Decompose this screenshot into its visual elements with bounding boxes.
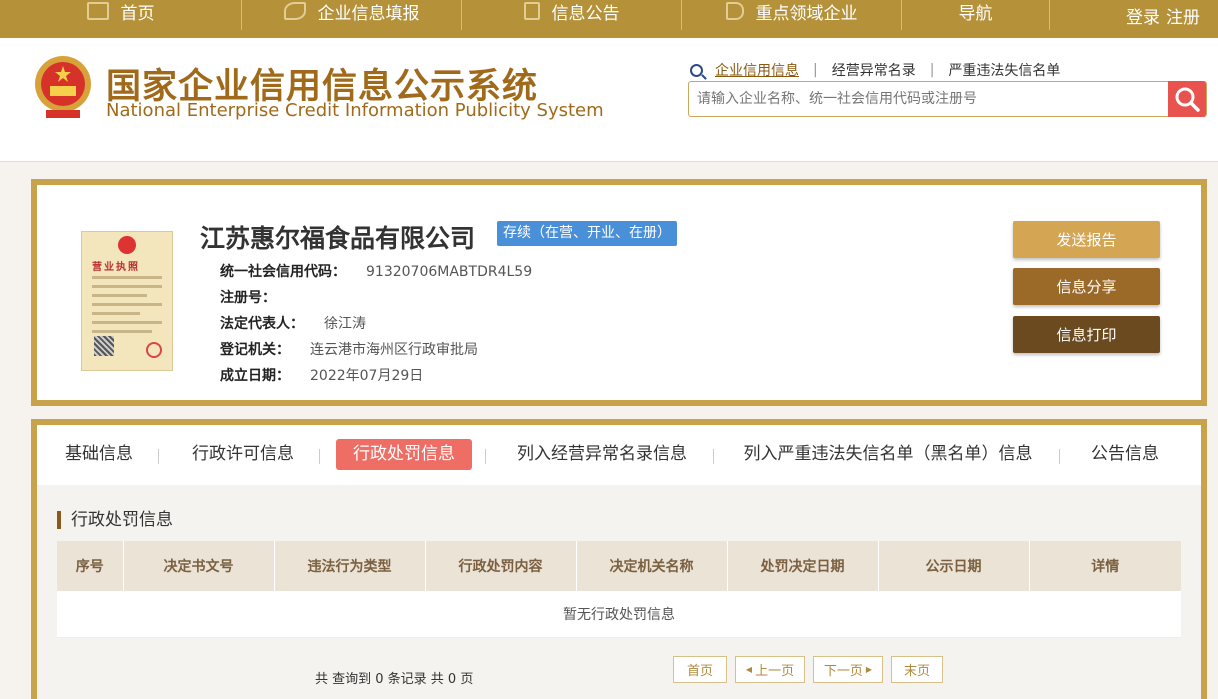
prev-page-button[interactable]: ◀ 上一页 (735, 656, 805, 683)
first-page-button[interactable]: 首页 (673, 656, 727, 683)
details-panel: 基础信息 行政许可信息 行政处罚信息 列入经营异常名录信息 列入严重违法失信名单… (31, 419, 1207, 699)
prev-page-label: 上一页 (755, 664, 795, 679)
empty-message: 暂无行政处罚信息 (57, 591, 1181, 638)
site-header: 国家企业信用信息公示系统 National Enterprise Credit … (0, 38, 1218, 162)
info-reg-number: 注册号： (220, 287, 296, 307)
tab-abnormal-operation[interactable]: 列入经营异常名录信息 (511, 439, 693, 470)
tab-divider (485, 449, 486, 464)
section-title: 行政处罚信息 (57, 511, 173, 529)
quicklink-abnormal-list[interactable]: 经营异常名录 (832, 60, 916, 80)
next-page-label: 下一页 (823, 664, 863, 679)
document-icon (523, 2, 540, 20)
col-index: 序号 (57, 541, 124, 591)
national-emblem-icon (35, 56, 91, 118)
info-label: 成立日期： (220, 368, 290, 384)
table-row: 暂无行政处罚信息 (57, 591, 1181, 638)
chevron-right-icon: ▶ (865, 665, 873, 674)
col-details: 详情 (1029, 541, 1181, 591)
nav-enterprise-report-label: 企业信息填报 (317, 3, 420, 24)
next-page-button[interactable]: 下一页 ▶ (813, 656, 883, 683)
table-header-row: 序号 决定书文号 违法行为类型 行政处罚内容 决定机关名称 处罚决定日期 公示日… (57, 541, 1181, 591)
search-icon (690, 63, 703, 77)
penalty-table: 序号 决定书文号 违法行为类型 行政处罚内容 决定机关名称 处罚决定日期 公示日… (57, 541, 1181, 638)
col-decision-date: 处罚决定日期 (727, 541, 879, 591)
info-value: 徐江涛 (324, 316, 366, 332)
info-registration-authority: 登记机关： 连云港市海州区行政审批局 (220, 339, 478, 359)
nav-navigation-label: 导航 (958, 3, 993, 24)
divider: | (929, 62, 935, 78)
pen-icon (283, 2, 306, 20)
official-stamp-icon (146, 342, 162, 358)
col-publicity-date: 公示日期 (878, 541, 1030, 591)
nav-home-label: 首页 (120, 3, 155, 24)
col-penalty-content: 行政处罚内容 (425, 541, 577, 591)
register-link[interactable]: 注册 (1166, 3, 1200, 28)
license-text-lines (92, 276, 162, 339)
info-value: 2022年07月29日 (310, 368, 424, 384)
last-page-button[interactable]: 末页 (891, 656, 943, 683)
info-legal-rep: 法定代表人： 徐江涛 (220, 313, 366, 333)
nav-announcements[interactable]: 信息公告 (462, 0, 682, 30)
monitor-icon (86, 2, 109, 20)
quicklink-blacklist[interactable]: 严重违法失信名单 (948, 60, 1060, 80)
print-info-button[interactable]: 信息打印 (1013, 316, 1160, 353)
nav-enterprise-report[interactable]: 企业信息填报 (242, 0, 462, 30)
tab-basic-info[interactable]: 基础信息 (59, 439, 139, 470)
info-value: 连云港市海州区行政审批局 (310, 342, 478, 358)
nav-announcements-label: 信息公告 (551, 3, 620, 24)
info-label: 登记机关： (220, 342, 290, 358)
info-credit-code: 统一社会信用代码： 91320706MABTDR4L59 (220, 261, 532, 281)
quick-links: 企业信用信息 | 经营异常名录 | 严重违法失信名单 (690, 60, 1060, 80)
speaker-icon (725, 2, 744, 20)
tab-divider (158, 449, 159, 464)
license-title: 营业执照 (92, 262, 140, 273)
auth-links: 登录 注册 (1120, 0, 1218, 38)
nav-navigation[interactable]: 导航 (902, 0, 1050, 30)
quicklink-credit-info[interactable]: 企业信用信息 (715, 60, 799, 80)
site-title-en: National Enterprise Credit Information P… (106, 100, 604, 121)
info-established-date: 成立日期： 2022年07月29日 (220, 365, 423, 385)
search-button[interactable] (1168, 81, 1206, 117)
business-license-image[interactable]: 营业执照 (81, 231, 173, 371)
top-nav: 首页 企业信息填报 信息公告 重点领域企业 导航 登录 注册 (0, 0, 1218, 38)
tab-blacklist[interactable]: 列入严重违法失信名单（黑名单）信息 (742, 439, 1034, 470)
tab-admin-license[interactable]: 行政许可信息 (187, 439, 299, 470)
info-label: 法定代表人： (220, 316, 304, 332)
col-authority-name: 决定机关名称 (576, 541, 728, 591)
tab-announcements[interactable]: 公告信息 (1087, 439, 1163, 470)
col-decision-number: 决定书文号 (123, 541, 275, 591)
nav-key-enterprises-label: 重点领域企业 (755, 3, 858, 24)
company-name: 江苏惠尔福食品有限公司 (200, 224, 476, 253)
info-label: 统一社会信用代码： (220, 264, 346, 280)
share-info-button[interactable]: 信息分享 (1013, 268, 1160, 305)
info-label: 注册号： (220, 290, 276, 306)
qr-code-icon (94, 336, 114, 356)
company-card: 营业执照 江苏惠尔福食品有限公司 存续（在营、开业、在册） 统一社会信用代码： 9… (31, 179, 1207, 406)
col-violation-type: 违法行为类型 (274, 541, 426, 591)
search-box (688, 81, 1207, 117)
tab-bar: 基础信息 行政许可信息 行政处罚信息 列入经营异常名录信息 列入严重违法失信名单… (37, 425, 1201, 485)
divider: | (813, 62, 818, 78)
nav-home[interactable]: 首页 (0, 0, 242, 30)
pager-info: 共 查询到 0 条记录 共 0 页 (315, 672, 474, 687)
magnifier-icon (1175, 87, 1200, 112)
info-value: 91320706MABTDR4L59 (366, 264, 533, 280)
tab-divider (319, 449, 320, 464)
send-report-button[interactable]: 发送报告 (1013, 221, 1160, 258)
chevron-left-icon: ◀ (745, 665, 753, 674)
nav-key-enterprises[interactable]: 重点领域企业 (682, 0, 902, 30)
tab-divider (713, 449, 714, 464)
search-input[interactable] (689, 82, 1169, 116)
login-link[interactable]: 登录 (1126, 3, 1160, 28)
license-emblem (118, 236, 136, 254)
status-badge: 存续（在营、开业、在册） (497, 221, 677, 246)
tab-divider (1059, 449, 1060, 464)
tab-admin-penalty[interactable]: 行政处罚信息 (336, 439, 472, 470)
